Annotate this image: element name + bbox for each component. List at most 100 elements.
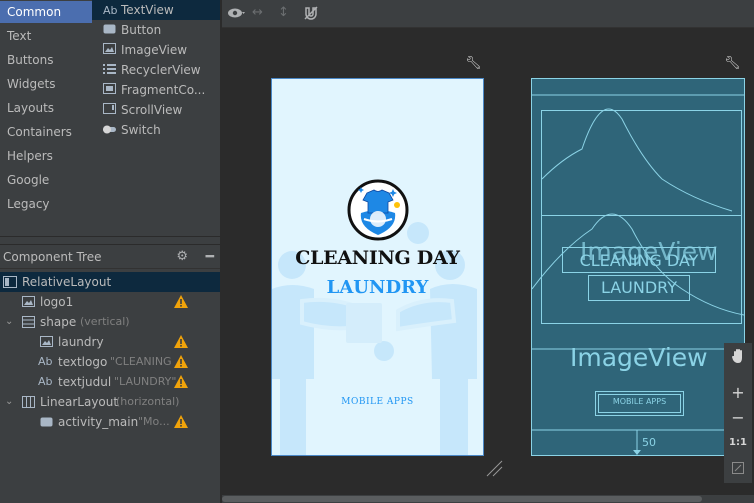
wrench-icon[interactable]: 🔧︎ (465, 56, 482, 71)
zoom-one-to-one-button[interactable]: 1:1 (724, 437, 752, 448)
minimize-icon[interactable]: ━ (206, 245, 214, 269)
palette-item-imageview[interactable]: ImageView (92, 40, 220, 60)
palette-category-layouts[interactable]: Layouts (0, 97, 92, 119)
palette-item-switch[interactable]: Switch (92, 120, 220, 140)
palette-item-label: FragmentCo... (121, 83, 206, 97)
zoom-fit-icon[interactable] (724, 462, 752, 477)
design-surface[interactable]: CLEANING DAY LAUNDRY MOBILE APPS (271, 78, 484, 456)
switch-icon (103, 121, 121, 140)
laundry-logo-icon (347, 179, 409, 241)
image-icon (103, 41, 121, 60)
blueprint-surface[interactable]: ImageView CLEANING DAY LAUNDRY ImageView… (531, 78, 745, 456)
tree-row-hint: "Mo... (138, 415, 170, 428)
design-toolbar: ↔ ↕ (222, 0, 754, 28)
blueprint-textjudul: LAUNDRY (600, 278, 678, 297)
component-tree-panel: Component Tree ⚙ ━ RelativeLayout logo1 … (0, 245, 220, 503)
zoom-out-button[interactable]: − (724, 408, 752, 427)
collapse-icon[interactable]: ⌄ (5, 392, 17, 412)
tree-row-textlogo[interactable]: Ab textlogo "CLEANING D (0, 352, 220, 372)
tree-row-label: textjudul (58, 375, 112, 389)
image-icon (40, 332, 56, 352)
palette-category-containers[interactable]: Containers (0, 121, 92, 143)
tree-row-laundry[interactable]: laundry (0, 332, 220, 352)
component-tree-title: Component Tree (3, 250, 102, 264)
palette-category-legacy[interactable]: Legacy (0, 193, 92, 215)
linear-layout-icon (22, 312, 38, 332)
warning-icon[interactable] (174, 355, 188, 368)
resize-handle-icon[interactable] (485, 459, 503, 477)
tree-row-logo1[interactable]: logo1 (0, 292, 220, 312)
design-editor[interactable]: ↔ ↕ 🔧︎ 🔧︎ CLEANING DAY LAUNDRY MOBILE AP… (222, 0, 754, 503)
magnet-off-icon[interactable] (303, 5, 319, 25)
collapse-icon[interactable]: ⌄ (5, 312, 17, 332)
button-icon (103, 21, 121, 40)
eye-icon[interactable] (227, 5, 247, 25)
textview-icon: Ab (103, 4, 118, 17)
tree-row-hint: (vertical) (80, 315, 130, 328)
list-icon (103, 61, 121, 80)
tree-row-label: activity_main (58, 415, 139, 429)
blueprint-textlogo: CLEANING DAY (579, 251, 699, 270)
tree-row-relativelayout[interactable]: RelativeLayout (0, 272, 220, 292)
relative-layout-icon (3, 272, 19, 292)
tree-row-linearlayout[interactable]: ⌄ LinearLayout (horizontal) (0, 392, 220, 412)
palette-item-recyclerview[interactable]: RecyclerView (92, 60, 220, 80)
tree-row-label: LinearLayout (40, 395, 119, 409)
palette-item-label: RecyclerView (121, 63, 201, 77)
vertical-arrows-icon[interactable]: ↕ (278, 5, 289, 20)
palette-item-scrollview[interactable]: ScrollView (92, 100, 220, 120)
title-cleaning-day[interactable]: CLEANING DAY (272, 247, 483, 269)
tree-row-hint: (horizontal) (116, 395, 180, 408)
palette-category-google[interactable]: Google (0, 169, 92, 191)
warning-icon[interactable] (174, 295, 188, 308)
palette-item-label: ScrollView (121, 103, 183, 117)
palette-category-helpers[interactable]: Helpers (0, 145, 92, 167)
tree-row-hint: "LAUNDRY" (114, 375, 177, 388)
palette-item-label: ImageView (121, 43, 188, 57)
palette-item-label: Switch (121, 123, 161, 137)
palette-item-textview[interactable]: Ab TextView (92, 0, 220, 20)
textview-icon: Ab (38, 355, 53, 368)
image-icon (22, 292, 38, 312)
warning-icon[interactable] (174, 415, 188, 428)
palette-widgets: Ab TextView Button ImageView RecyclerView… (92, 0, 220, 236)
linear-layout-icon (22, 392, 38, 412)
mobile-apps-button[interactable]: MOBILE APPS (272, 397, 483, 407)
palette-category-common[interactable]: Common (0, 1, 92, 23)
palette-category-widgets[interactable]: Widgets (0, 73, 92, 95)
palette-category-buttons[interactable]: Buttons (0, 49, 92, 71)
palette-item-label: TextView (121, 3, 174, 17)
palette-item-label: Button (121, 23, 162, 37)
palette-category-text[interactable]: Text (0, 25, 92, 47)
horizontal-arrows-icon[interactable]: ↔ (252, 5, 263, 20)
palette-divider[interactable] (0, 236, 220, 244)
tree-row-activity-main[interactable]: activity_main "Mo... (0, 412, 220, 432)
blueprint-imageview-label: ImageView (570, 343, 708, 372)
title-laundry[interactable]: LAUNDRY (272, 277, 483, 298)
fragment-icon (103, 81, 121, 100)
tree-row-textjudul[interactable]: Ab textjudul "LAUNDRY" (0, 372, 220, 392)
warning-icon[interactable] (174, 335, 188, 348)
tree-row-label: textlogo (58, 355, 108, 369)
pan-hand-icon[interactable] (724, 348, 752, 367)
tree-row-shape[interactable]: ⌄ shape (vertical) (0, 312, 220, 332)
blueprint-margin-label: 50 (642, 436, 656, 449)
scrollbar-thumb[interactable] (222, 496, 702, 502)
horizontal-scrollbar[interactable] (222, 495, 754, 503)
palette-item-fragmentcontainer[interactable]: FragmentCo... (92, 80, 220, 100)
gear-icon[interactable]: ⚙ (176, 245, 188, 269)
tree-row-label: RelativeLayout (22, 275, 112, 289)
wrench-icon[interactable]: 🔧︎ (724, 56, 741, 71)
blueprint-logo-box[interactable] (541, 110, 742, 216)
scroll-icon (103, 101, 121, 120)
warning-icon[interactable] (174, 375, 188, 388)
zoom-in-button[interactable]: + (724, 383, 752, 402)
palette-categories: Common Text Buttons Widgets Layouts Cont… (0, 0, 92, 236)
palette-panel: Common Text Buttons Widgets Layouts Cont… (0, 0, 220, 236)
tree-row-hint: "CLEANING D (110, 355, 172, 368)
textview-icon: Ab (38, 375, 53, 388)
tree-row-label: laundry (58, 335, 104, 349)
zoom-toolbar: + − 1:1 (724, 343, 752, 483)
palette-item-button[interactable]: Button (92, 20, 220, 40)
tree-row-label: logo1 (40, 295, 74, 309)
